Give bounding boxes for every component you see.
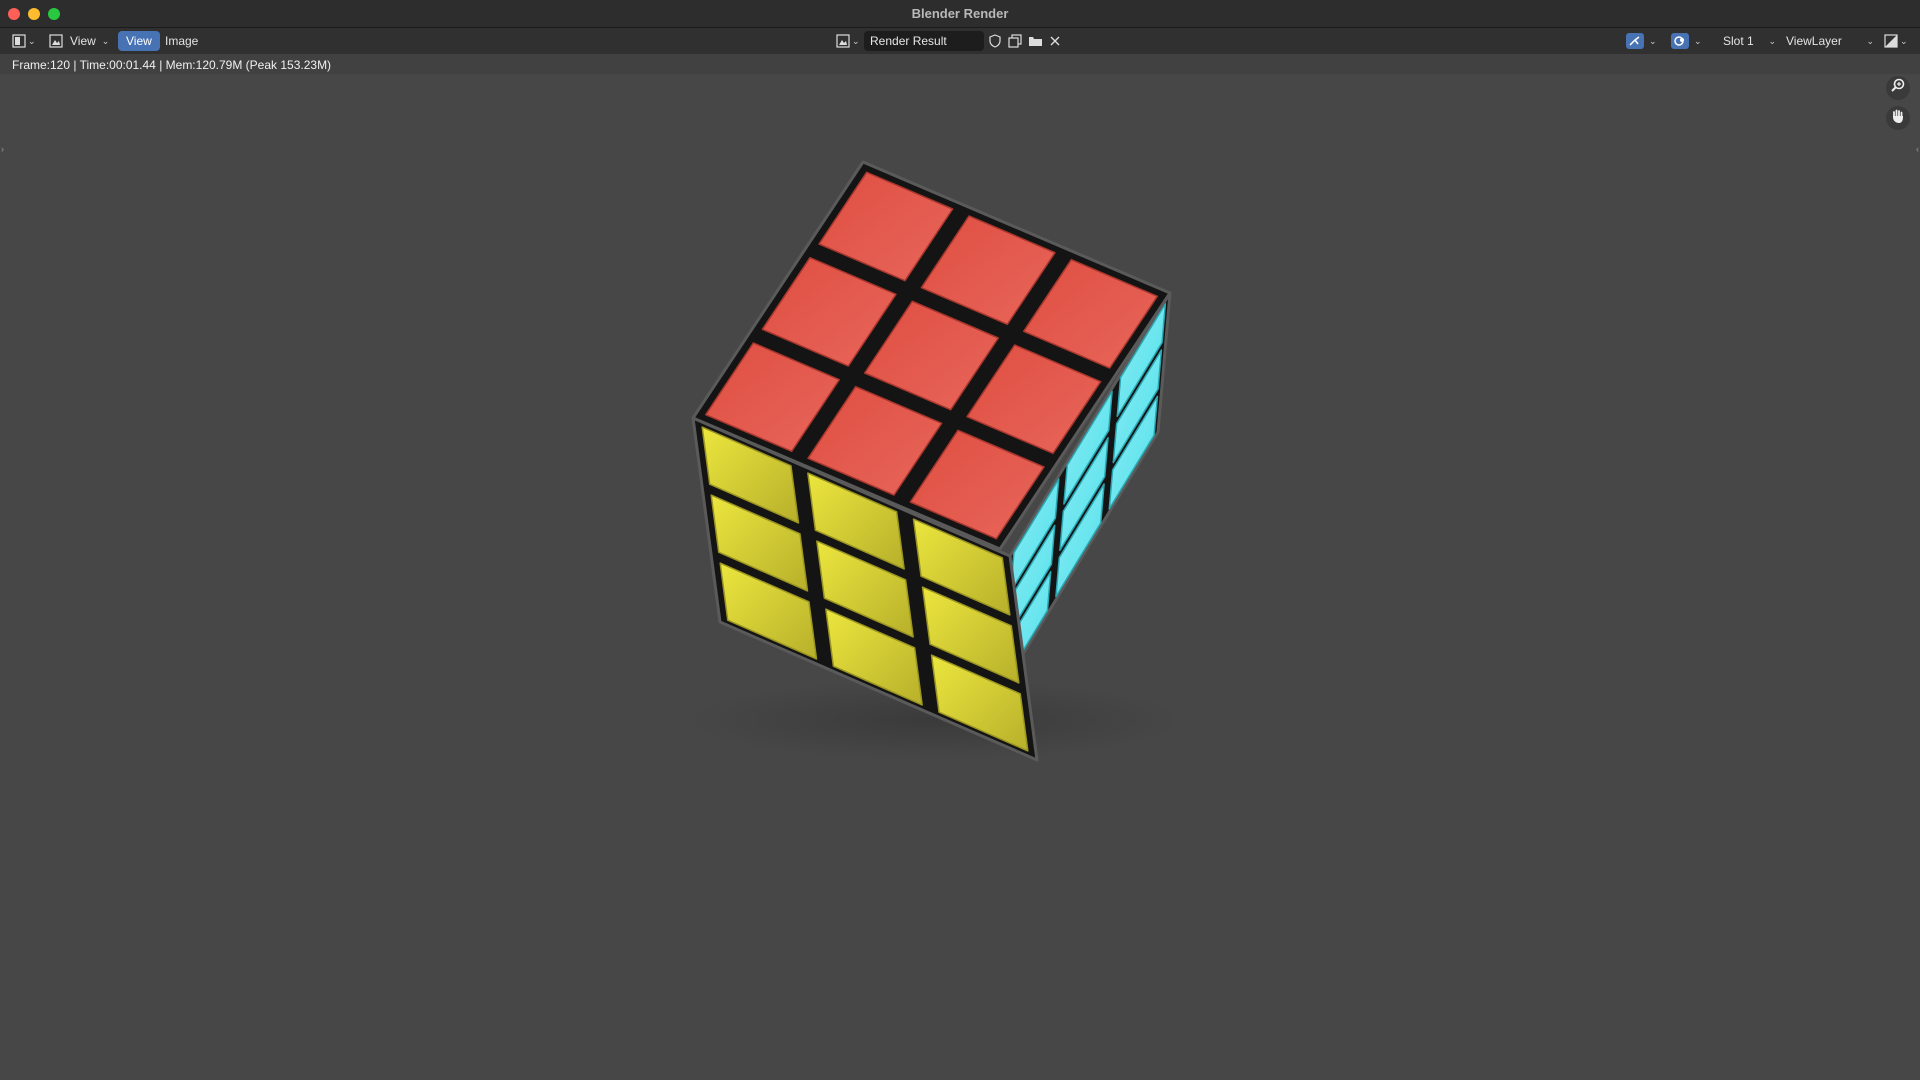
shield-icon [988,34,1002,48]
fake-user-button[interactable] [988,31,1002,51]
image-editor-header: ⌄ View ⌄ View Image ⌄ Render Result ⌄ ⌄ … [0,28,1920,54]
gizmo-icon [1626,33,1644,49]
chevron-down-icon: ⌄ [1649,35,1657,46]
view-mode-icon [49,34,63,48]
render-info-bar: Frame:120 | Time:00:01.44 | Mem:120.79M … [0,54,1920,74]
new-image-icon [1008,34,1022,48]
gizmo-toggle[interactable]: ⌄ [1626,31,1657,51]
overlay-toggle[interactable]: ⌄ [1671,31,1702,51]
chevron-down-icon: ⌄ [852,35,860,46]
overlay-icon [1671,33,1689,49]
view-layer-label: ViewLayer [1786,34,1842,48]
open-image-button[interactable] [1028,31,1043,51]
new-image-button[interactable] [1008,31,1022,51]
window-titlebar: Blender Render [0,0,1920,28]
image-editor-icon [12,34,26,48]
display-channels-icon [1884,34,1898,48]
chevron-down-icon: ⌄ [1768,35,1776,46]
slot-label: Slot 1 [1723,34,1754,48]
view-mode-dropdown[interactable] [49,31,63,51]
display-channels-dropdown[interactable]: ⌄ [1884,31,1908,51]
view-menu-label: View [70,34,96,48]
chevron-down-icon: ⌄ [28,35,36,46]
slot-dropdown[interactable]: Slot 1 ⌄ [1716,31,1778,51]
render-info-text: Frame:120 | Time:00:01.44 | Mem:120.79M … [12,58,332,72]
view-menu[interactable]: View ⌄ [70,31,109,51]
view-tab[interactable]: View [118,31,160,51]
unlink-image-button[interactable] [1048,31,1062,51]
image-name-field[interactable]: Render Result [864,31,984,51]
rendered-rubiks-cube-image [685,160,1185,762]
editor-type-dropdown[interactable]: ⌄ [12,31,36,51]
folder-icon [1028,34,1043,48]
window-title: Blender Render [911,6,1009,21]
image-browse-dropdown[interactable]: ⌄ [836,31,860,51]
chevron-down-icon: ⌄ [1900,35,1908,46]
image-browse-icon [836,34,850,48]
close-icon [1048,34,1062,48]
view-layer-dropdown[interactable]: ViewLayer ⌄ [1782,31,1876,51]
chevron-down-icon: ⌄ [101,35,110,46]
chevron-down-icon: ⌄ [1694,35,1702,46]
image-tab[interactable]: Image [165,31,198,51]
chevron-down-icon: ⌄ [1866,35,1874,46]
render-viewport[interactable]: › ‹ [0,74,1920,1080]
